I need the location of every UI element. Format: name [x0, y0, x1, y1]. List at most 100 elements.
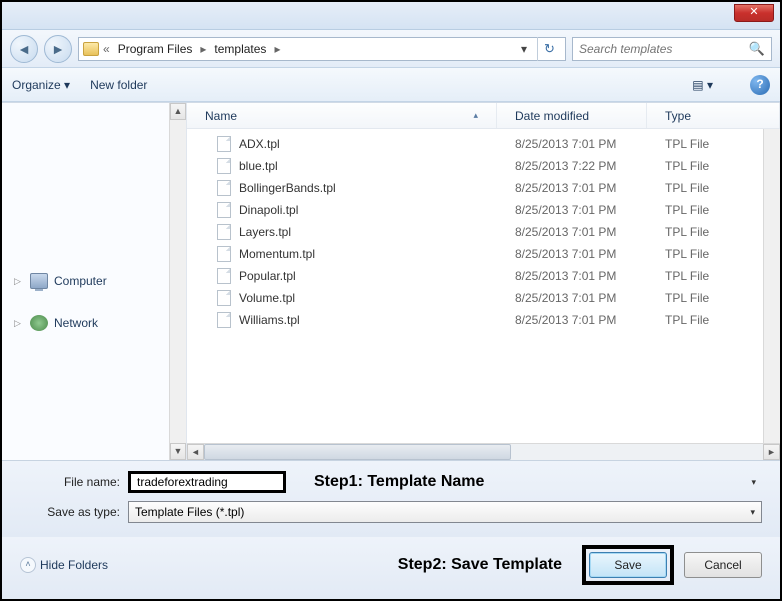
file-list: Name ▴ Date modified Type ADX.tpl8/25/20…: [187, 103, 780, 460]
file-row[interactable]: Dinapoli.tpl8/25/2013 7:01 PMTPL File: [187, 199, 780, 221]
file-name: Popular.tpl: [239, 269, 296, 283]
toolbar: Organize ▾ New folder ▤ ▾ ?: [2, 68, 780, 102]
chevron-up-icon: ˄: [20, 557, 36, 573]
file-type: TPL File: [647, 181, 780, 195]
close-button[interactable]: ✕: [734, 4, 774, 22]
tree-item-label: Computer: [54, 274, 107, 288]
column-label: Date modified: [515, 109, 589, 123]
file-name: BollingerBands.tpl: [239, 181, 336, 195]
chevron-down-icon: ▾: [750, 507, 755, 518]
file-name: blue.tpl: [239, 159, 278, 173]
cancel-button[interactable]: Cancel: [684, 552, 762, 578]
view-options-button[interactable]: ▤ ▾: [687, 75, 718, 95]
scroll-thumb[interactable]: [204, 444, 511, 460]
file-row[interactable]: Williams.tpl8/25/2013 7:01 PMTPL File: [187, 309, 780, 331]
filename-history-dropdown-icon[interactable]: ▾: [751, 477, 762, 488]
file-date: 8/25/2013 7:01 PM: [497, 247, 647, 261]
navigation-bar: ◄ ► « Program Files ▸ templates ▸ ▾ ↻ 🔍: [2, 30, 780, 68]
file-name-label: File name:: [20, 475, 120, 489]
breadcrumb-back-chevron[interactable]: «: [103, 42, 110, 56]
expand-icon[interactable]: ▷: [14, 276, 24, 287]
vertical-scrollbar[interactable]: [763, 129, 780, 443]
file-rows: ADX.tpl8/25/2013 7:01 PMTPL Fileblue.tpl…: [187, 129, 780, 443]
hide-folders-label: Hide Folders: [40, 558, 108, 572]
annotation-step2: Step2: Save Template: [398, 556, 562, 574]
breadcrumb-item[interactable]: templates: [210, 42, 270, 56]
file-icon: [217, 268, 231, 284]
scroll-down-icon[interactable]: ▼: [170, 443, 186, 460]
network-icon: [30, 315, 48, 331]
file-name: Volume.tpl: [239, 291, 295, 305]
file-icon: [217, 136, 231, 152]
search-icon[interactable]: 🔍: [749, 41, 765, 57]
file-type: TPL File: [647, 225, 780, 239]
forward-button[interactable]: ►: [44, 35, 72, 63]
column-header-type[interactable]: Type: [647, 103, 780, 128]
file-row[interactable]: Momentum.tpl8/25/2013 7:01 PMTPL File: [187, 243, 780, 265]
breadcrumb-sep-icon[interactable]: ▸: [274, 42, 280, 56]
save-as-type-dropdown[interactable]: Template Files (*.tpl) ▾: [128, 501, 762, 523]
expand-icon[interactable]: ▷: [14, 318, 24, 329]
file-type: TPL File: [647, 269, 780, 283]
file-name: Dinapoli.tpl: [239, 203, 298, 217]
file-row[interactable]: Layers.tpl8/25/2013 7:01 PMTPL File: [187, 221, 780, 243]
hide-folders-button[interactable]: ˄ Hide Folders: [20, 557, 108, 573]
breadcrumb[interactable]: « Program Files ▸ templates ▸ ▾ ↻: [78, 37, 566, 61]
scroll-up-icon[interactable]: ▲: [170, 103, 186, 120]
back-button[interactable]: ◄: [10, 35, 38, 63]
horizontal-scrollbar[interactable]: ◄ ►: [187, 443, 780, 460]
tree-item-network[interactable]: ▷ Network: [2, 311, 186, 335]
save-button[interactable]: Save: [589, 552, 667, 578]
scroll-track[interactable]: [204, 444, 763, 460]
new-folder-button[interactable]: New folder: [90, 78, 147, 92]
scroll-right-icon[interactable]: ►: [763, 444, 780, 460]
file-type: TPL File: [647, 247, 780, 261]
file-icon: [217, 290, 231, 306]
column-header-date[interactable]: Date modified: [497, 103, 647, 128]
breadcrumb-sep-icon[interactable]: ▸: [200, 42, 206, 56]
help-button[interactable]: ?: [750, 75, 770, 95]
file-icon: [217, 246, 231, 262]
file-type: TPL File: [647, 159, 780, 173]
file-name: ADX.tpl: [239, 137, 280, 151]
column-label: Type: [665, 109, 691, 123]
file-icon: [217, 312, 231, 328]
main-pane: ▷ Computer ▷ Network ▲ ▼ Name ▴: [2, 102, 780, 460]
column-label: Name: [205, 109, 237, 123]
file-name: Layers.tpl: [239, 225, 291, 239]
file-row[interactable]: Popular.tpl 8/25/2013 7:01 PMTPL File: [187, 265, 780, 287]
organize-menu[interactable]: Organize ▾: [12, 78, 70, 92]
search-input[interactable]: [579, 42, 749, 56]
file-icon: [217, 158, 231, 174]
file-icon: [217, 224, 231, 240]
file-icon: [217, 202, 231, 218]
sort-asc-icon: ▴: [473, 110, 478, 121]
tree-scrollbar[interactable]: ▲ ▼: [169, 103, 186, 460]
column-header-name[interactable]: Name ▴: [187, 103, 497, 128]
search-box[interactable]: 🔍: [572, 37, 772, 61]
file-type: TPL File: [647, 203, 780, 217]
dropdown-value: Template Files (*.tpl): [135, 505, 244, 519]
file-type: TPL File: [647, 291, 780, 305]
dialog-footer: ˄ Hide Folders Step2: Save Template Save…: [2, 537, 780, 599]
scroll-left-icon[interactable]: ◄: [187, 444, 204, 460]
file-row[interactable]: blue.tpl 8/25/2013 7:22 PMTPL File: [187, 155, 780, 177]
titlebar: ✕: [2, 2, 780, 30]
breadcrumb-dropdown-icon[interactable]: ▾: [515, 42, 533, 56]
file-row[interactable]: BollingerBands.tpl8/25/2013 7:01 PMTPL F…: [187, 177, 780, 199]
refresh-button[interactable]: ↻: [537, 37, 561, 61]
folder-icon: [83, 42, 99, 56]
file-row[interactable]: ADX.tpl8/25/2013 7:01 PMTPL File: [187, 133, 780, 155]
tree-item-computer[interactable]: ▷ Computer: [2, 269, 186, 293]
file-date: 8/25/2013 7:22 PM: [497, 159, 647, 173]
file-date: 8/25/2013 7:01 PM: [497, 269, 647, 283]
breadcrumb-item[interactable]: Program Files: [114, 42, 197, 56]
file-row[interactable]: Volume.tpl 8/25/2013 7:01 PMTPL File: [187, 287, 780, 309]
computer-icon: [30, 273, 48, 289]
file-name-input[interactable]: [128, 471, 286, 493]
file-date: 8/25/2013 7:01 PM: [497, 291, 647, 305]
file-type: TPL File: [647, 313, 780, 327]
file-date: 8/25/2013 7:01 PM: [497, 313, 647, 327]
navigation-tree: ▷ Computer ▷ Network ▲ ▼: [2, 103, 187, 460]
column-headers: Name ▴ Date modified Type: [187, 103, 780, 129]
